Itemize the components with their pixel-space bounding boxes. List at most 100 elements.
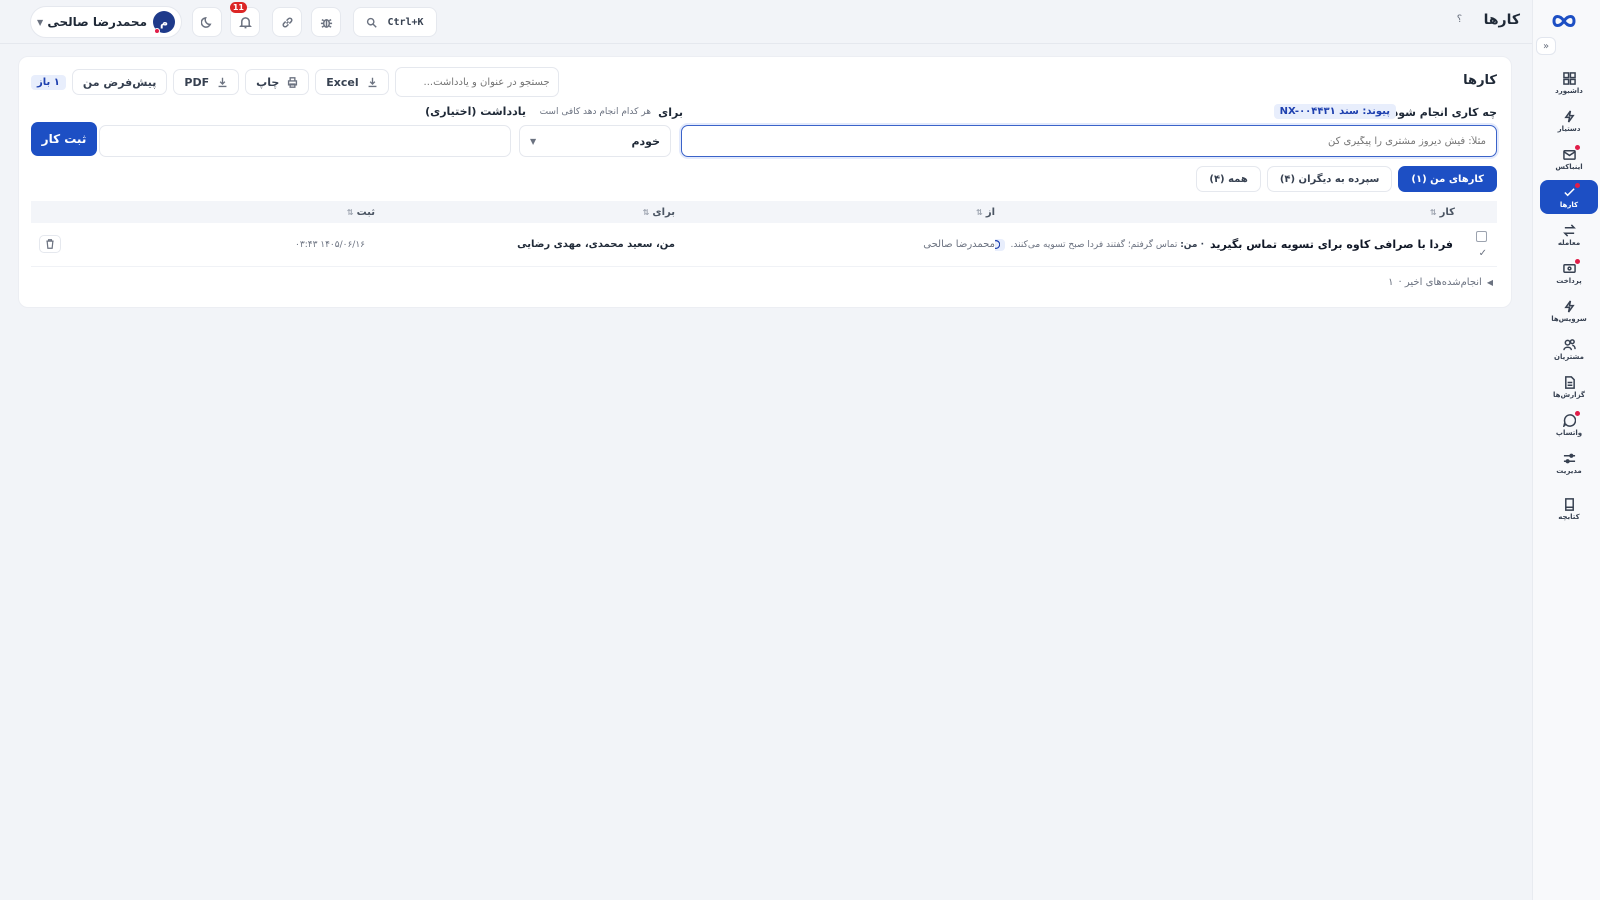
exchange-icon	[1562, 223, 1576, 237]
user-menu[interactable]: م محمدرضا صالحی ▼	[30, 6, 182, 38]
notifications-button[interactable]: 11	[229, 2, 260, 37]
column-header-registered[interactable]: ثبت⇅	[31, 207, 375, 218]
comments-chip[interactable]: ۱	[995, 238, 1005, 251]
print-label: چاپ	[256, 75, 280, 89]
tasks-search-input[interactable]	[394, 67, 559, 97]
sidebar-item-assistant[interactable]: دستیار	[1540, 104, 1598, 138]
app-logo[interactable]	[1546, 10, 1582, 32]
card-title: کارها	[1463, 73, 1497, 88]
pdf-label: PDF	[184, 75, 210, 89]
linked-document-tag[interactable]: پیوند: سند NX-۰۰۴۴۳۱	[1273, 104, 1396, 119]
note-text: تماس گرفتم؛ گفتند فردا صبح تسویه می‌کنند…	[1010, 239, 1178, 250]
command-search-button[interactable]: Ctrl+K	[353, 7, 437, 37]
sidebar-item-label: پرداخت	[1556, 276, 1582, 285]
sidebar-item-label: معامله	[1557, 238, 1581, 247]
page-title: کارها	[1483, 12, 1520, 28]
sidebar-item-label: واتساپ	[1555, 428, 1583, 437]
theme-toggle-button[interactable]	[192, 7, 222, 37]
bell-icon	[238, 16, 252, 28]
sidebar-item-management[interactable]: مدیریت	[1540, 446, 1598, 480]
assignee-field-label: برای	[658, 106, 683, 119]
for-cell: من، سعید محمدی، مهدی رضایی	[517, 239, 675, 250]
task-filter-tabs: کارهای من (۱) سپرده به دیگران (۴) همه (۴…	[1196, 166, 1497, 192]
bug-icon	[320, 18, 332, 28]
sidebar-item-label: گزارش‌ها	[1553, 390, 1585, 399]
sliders-icon	[1563, 453, 1575, 463]
status-dot	[154, 28, 160, 34]
notification-dot	[1575, 259, 1580, 264]
sidebar-item-services[interactable]: سرویس‌ها	[1540, 294, 1598, 328]
comment-icon	[995, 240, 1000, 249]
sort-icon: ⇅	[1429, 207, 1437, 217]
registered-cell: ۰۳:۴۳ ۱۴۰۵/۰۶/۱۶	[295, 239, 365, 250]
task-title[interactable]: فردا با صرافی کاوه برای تسویه تماس بگیری…	[1210, 238, 1453, 251]
assignee-value: خودم	[631, 134, 660, 148]
topbar: کارها ؟ م محمدرضا صالحی ▼ 11 Ctrl+K	[0, 0, 1532, 44]
column-header-for[interactable]: برای⇅	[375, 207, 675, 218]
tasks-table: کار⇅ از⇅ برای⇅ ثبت⇅ ✓ فردا با صرافی کاوه…	[31, 201, 1497, 267]
sidebar-item-tasks[interactable]: کارها	[1540, 180, 1598, 214]
check-icon[interactable]: ✓	[1479, 248, 1487, 259]
moon-icon	[200, 16, 211, 28]
my-default-button[interactable]: پیش‌فرض من	[71, 69, 168, 95]
debug-button[interactable]	[311, 7, 341, 37]
sidebar-item-inbox[interactable]: اینباکس	[1540, 142, 1598, 176]
notification-dot	[1575, 145, 1580, 150]
task-note: · من: تماس گرفتم؛ گفتند فردا صبح تسویه م…	[1011, 240, 1205, 250]
printer-icon	[288, 76, 298, 88]
caret-left-icon: ◀	[1486, 278, 1493, 287]
book-icon	[1564, 497, 1574, 511]
header-label: ثبت	[356, 206, 375, 218]
sidebar-item-label: کارها	[1559, 200, 1579, 209]
export-pdf-button[interactable]: PDF	[173, 69, 240, 95]
grid-icon	[1562, 71, 1576, 85]
sort-icon: ⇅	[642, 207, 650, 217]
column-header-from[interactable]: از⇅	[675, 207, 995, 218]
link-icon	[282, 17, 292, 27]
note-input[interactable]	[99, 125, 511, 157]
link-button[interactable]	[272, 7, 302, 37]
task-cell: فردا با صرافی کاوه برای تسویه تماس بگیری…	[995, 238, 1497, 251]
notification-count-badge: 11	[229, 2, 247, 13]
download-icon	[368, 77, 377, 87]
sort-icon: ⇅	[346, 207, 354, 217]
download-icon	[218, 77, 227, 87]
search-icon	[367, 17, 378, 28]
row-checkbox[interactable]	[1476, 231, 1487, 242]
sidebar-item-handbook[interactable]: کتابچه	[1540, 492, 1598, 526]
export-excel-button[interactable]: Excel	[315, 69, 389, 95]
task-title-input[interactable]	[681, 125, 1497, 157]
from-cell: محمدرضا صالحی	[923, 239, 995, 250]
assignee-select[interactable]: خودم ▼	[519, 125, 671, 157]
avatar-initial: م	[159, 15, 169, 29]
table-header: کار⇅ از⇅ برای⇅ ثبت⇅	[31, 201, 1497, 223]
sidebar-item-label: دستیار	[1557, 124, 1581, 133]
open-count-badge: ۱ باز	[31, 74, 66, 90]
delete-row-button[interactable]	[39, 235, 61, 253]
sidebar-item-customers[interactable]: مشتریان	[1540, 332, 1598, 366]
sidebar-item-label: داشبورد	[1555, 86, 1583, 95]
sidebar-item-trade[interactable]: معامله	[1540, 218, 1598, 252]
help-icon[interactable]: ؟	[1457, 14, 1462, 25]
task-icon	[1563, 187, 1575, 196]
recent-completed-toggle[interactable]: ◀ انجام‌شده‌های اخیر · ۱	[1388, 277, 1493, 288]
sidebar: » داشبورد دستیار اینباکس کارها معامله پر…	[1532, 0, 1600, 900]
header-label: از	[985, 206, 995, 218]
submit-task-button[interactable]: ثبت کار	[31, 122, 97, 156]
tasks-card: کارها ۱ باز پیش‌فرض من PDF چاپ Excel چه …	[18, 56, 1512, 308]
sidebar-item-dashboard[interactable]: داشبورد	[1540, 66, 1598, 100]
tab-delegated[interactable]: سپرده به دیگران (۴)	[1266, 166, 1393, 192]
sidebar-item-label: اینباکس	[1555, 162, 1583, 171]
chevron-down-icon: ▼	[37, 17, 44, 27]
sidebar-item-whatsapp[interactable]: واتساپ	[1540, 408, 1598, 442]
sidebar-item-reports[interactable]: گزارش‌ها	[1540, 370, 1598, 404]
sidebar-item-payment[interactable]: پرداخت	[1540, 256, 1598, 290]
notification-dot	[1575, 411, 1580, 416]
trash-icon	[46, 239, 54, 249]
notification-dot	[1575, 183, 1580, 188]
tab-my-tasks[interactable]: کارهای من (۱)	[1398, 166, 1497, 192]
column-header-task[interactable]: کار⇅	[995, 207, 1497, 218]
tab-all[interactable]: همه (۴)	[1196, 166, 1261, 192]
collapse-sidebar-button[interactable]: »	[1536, 37, 1556, 55]
print-button[interactable]: چاپ	[245, 69, 310, 95]
